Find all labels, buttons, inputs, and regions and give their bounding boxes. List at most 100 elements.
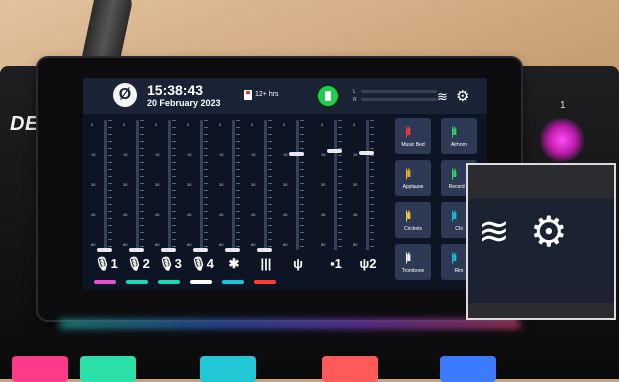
- sound-pad-3[interactable]: |ılı Applause: [395, 160, 431, 196]
- fader-tick-label: 0: [321, 122, 324, 127]
- fader-tick-label: 0: [353, 122, 356, 127]
- fader-scale: [204, 120, 208, 250]
- clock-date: 20 February 2023: [147, 98, 221, 108]
- fader-knob[interactable]: [193, 248, 208, 252]
- sound-pad-7[interactable]: |ılı Trombone: [395, 244, 431, 280]
- channel-label: 🎙1: [94, 256, 118, 271]
- channel-strip-4[interactable]: 0 15 30 45 60 🎙4: [185, 118, 217, 290]
- hardware-pad-5[interactable]: [440, 356, 496, 382]
- fader-tick-label: 60: [187, 242, 192, 247]
- fader-track[interactable]: [104, 120, 107, 250]
- channel-strip-5[interactable]: 0 15 30 45 60 ✱: [217, 118, 249, 290]
- fader-tick-label: 30: [187, 182, 192, 187]
- fader-tick-label: 60: [91, 242, 96, 247]
- fader-knob[interactable]: [289, 152, 304, 156]
- channel-strip-1[interactable]: 0 15 30 45 60 🎙1: [89, 118, 121, 290]
- fader-tick-label: 45: [283, 212, 288, 217]
- channel-strip-3[interactable]: 0 15 30 45 60 🎙3: [153, 118, 185, 290]
- fader-tick-label: 60: [321, 242, 326, 247]
- knob-number: 1: [560, 100, 566, 111]
- fader-tick-label: 45: [123, 212, 128, 217]
- sd-card-icon: [244, 90, 252, 100]
- fader-scale: [236, 120, 240, 250]
- sound-pad-label: Crickets: [403, 226, 423, 232]
- fader-tick-label: 30: [155, 182, 160, 187]
- fader-tick-label: 60: [353, 242, 358, 247]
- fader-scale: [300, 120, 304, 250]
- fader-track[interactable]: [232, 120, 235, 250]
- channel-color-bar: [254, 280, 276, 284]
- fader-tick-label: 15: [123, 152, 128, 157]
- fader-scale: [268, 120, 272, 250]
- touch-screen: Ø 15:38:43 20 February 2023 12+ hrs L R …: [83, 78, 487, 290]
- meter-right-label: R: [353, 97, 357, 103]
- fader-tick-label: 15: [187, 152, 192, 157]
- fader-tick-label: 60: [123, 242, 128, 247]
- gear-icon[interactable]: ⚙: [456, 87, 469, 105]
- channel-color-bar: [94, 280, 116, 284]
- fader-tick-label: 45: [187, 212, 192, 217]
- channel-strip-6[interactable]: 0 15 30 45 60 |||: [249, 118, 281, 290]
- channel-strip-7[interactable]: 0 15 30 45 60 ψ: [281, 118, 313, 290]
- fader-knob[interactable]: [97, 248, 112, 252]
- rotary-knob[interactable]: [540, 118, 584, 162]
- channel-strip-8[interactable]: 0 15 30 45 60 ▪1: [319, 118, 351, 290]
- sound-pad-label: Music Bed: [401, 142, 425, 148]
- fader-tick-label: 30: [91, 182, 96, 187]
- fader-track[interactable]: [136, 120, 139, 250]
- fader-scale: [172, 120, 176, 250]
- fader-tick-label: 0: [123, 122, 126, 127]
- light-strip: [60, 320, 520, 328]
- recording-time-remaining: 12+ hrs: [255, 91, 279, 98]
- fader-tick-label: 30: [251, 182, 256, 187]
- channel-color-bar: [222, 280, 244, 284]
- waveform-icon: |ılı: [451, 166, 458, 180]
- fader-tick-label: 45: [91, 212, 96, 217]
- fader-tick-label: 30: [123, 182, 128, 187]
- fader-track[interactable]: [264, 120, 267, 250]
- zoom-inset: ≋ ⚙: [466, 163, 616, 320]
- fader-track[interactable]: [334, 120, 337, 250]
- fader-tick-label: 15: [283, 152, 288, 157]
- hardware-pad-1[interactable]: [12, 356, 68, 382]
- fader-tick-label: 30: [219, 182, 224, 187]
- sound-pad-5[interactable]: |ılı Crickets: [395, 202, 431, 238]
- brand-logo: DE: [10, 113, 39, 135]
- fader-knob[interactable]: [359, 150, 374, 155]
- fader-track[interactable]: [168, 120, 171, 250]
- fader-tick-label: 45: [219, 212, 224, 217]
- sound-pad-1[interactable]: |ılı Music Bed: [395, 118, 431, 154]
- fader-knob[interactable]: [257, 248, 272, 252]
- fader-knob[interactable]: [327, 149, 342, 154]
- fader-tick-label: 15: [251, 152, 256, 157]
- waveform-icon: |ılı: [405, 250, 412, 264]
- channel-label: ▪1: [330, 256, 342, 271]
- hardware-pad-2[interactable]: [80, 356, 136, 382]
- record-button[interactable]: [316, 84, 340, 108]
- fader-tick-label: 0: [155, 122, 158, 127]
- waveform-icon: |ılı: [405, 166, 412, 180]
- rode-logo-icon[interactable]: Ø: [113, 83, 137, 107]
- channel-strip-9[interactable]: 0 15 30 45 60 ψ2: [351, 118, 383, 290]
- fader-knob[interactable]: [129, 248, 144, 252]
- fader-tick-label: 60: [219, 242, 224, 247]
- fader-knob[interactable]: [161, 248, 176, 252]
- fader-track[interactable]: [366, 120, 369, 250]
- fader-tick-label: 45: [155, 212, 160, 217]
- wifi-icon[interactable]: ≋: [437, 89, 448, 105]
- fader-tick-label: 60: [251, 242, 256, 247]
- channel-strip-2[interactable]: 0 15 30 45 60 🎙2: [121, 118, 153, 290]
- fader-tick-label: 30: [283, 182, 288, 187]
- fader-knob[interactable]: [225, 248, 240, 252]
- hardware-pad-4[interactable]: [322, 356, 378, 382]
- fader-track[interactable]: [296, 120, 299, 250]
- meter-left: [361, 90, 437, 93]
- sound-pad-2[interactable]: |ılı Airhorn: [441, 118, 477, 154]
- fader-tick-label: 0: [251, 122, 254, 127]
- channel-color-bar: [190, 280, 212, 284]
- fader-track[interactable]: [200, 120, 203, 250]
- meter-left-label: L: [353, 89, 356, 95]
- channel-label: |||: [260, 256, 272, 271]
- channel-label: 🎙4: [190, 256, 214, 271]
- hardware-pad-3[interactable]: [200, 356, 256, 382]
